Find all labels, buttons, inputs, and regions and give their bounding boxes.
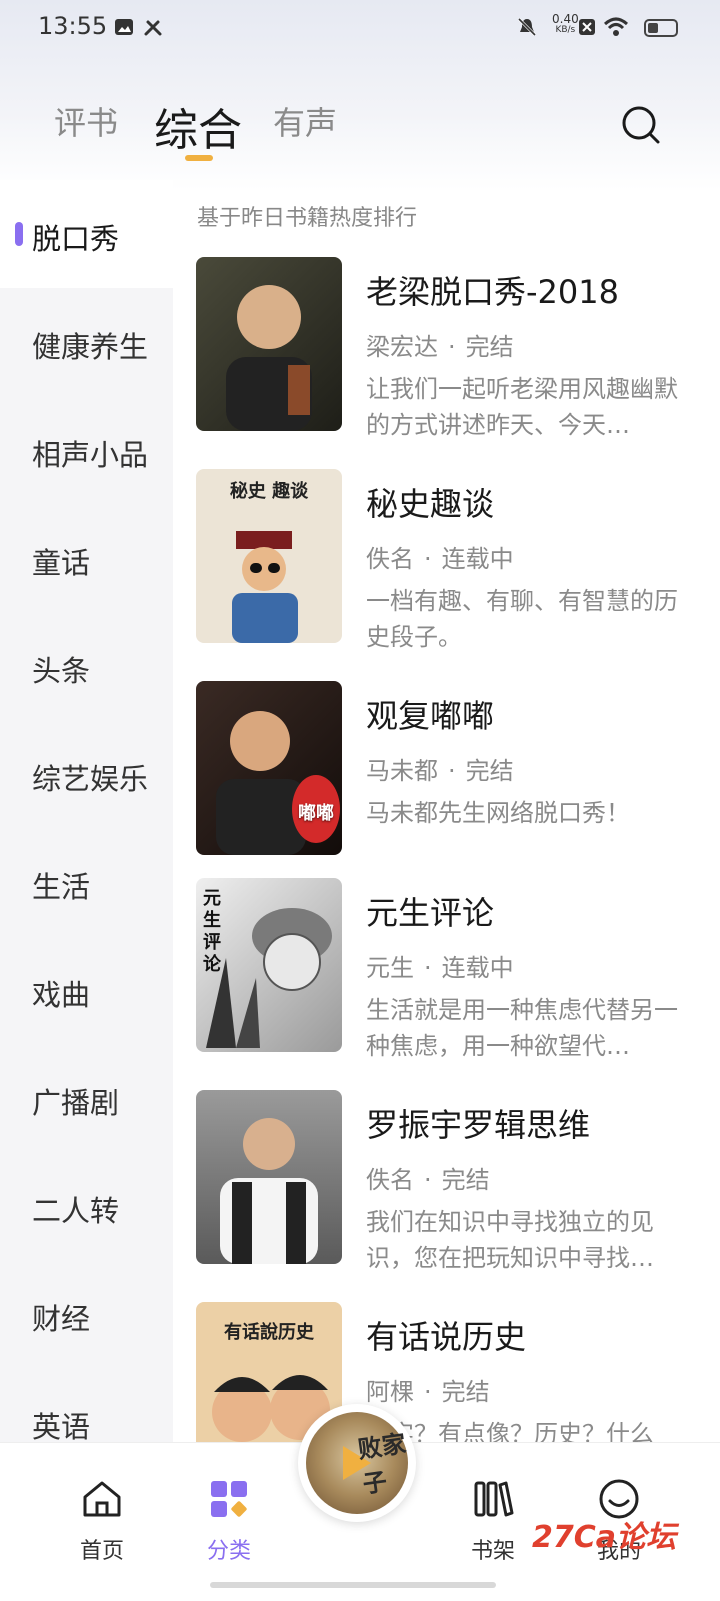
book-desc: 一档有趣、有聊、有智慧的历史段子。 xyxy=(366,587,678,651)
book-title: 元生评论 xyxy=(366,894,495,932)
book-author: 佚名 xyxy=(366,545,414,573)
book-desc: 我们在知识中寻找独立的见识，您在把玩知识中寻找… xyxy=(366,1208,654,1272)
tab-pingshu[interactable]: 评书 xyxy=(54,98,118,144)
home-indicator[interactable] xyxy=(210,1582,496,1588)
player-sticker: 败家子 xyxy=(356,1429,408,1499)
book-status: 完结 xyxy=(465,757,514,785)
bookshelf-icon xyxy=(471,1477,515,1521)
sidebar-item-label: 广播剧 xyxy=(32,1086,120,1120)
book-meta: 阿棵 · 完结 xyxy=(366,1378,490,1406)
book-desc: 生活就是用一种焦虑代替另一种焦虑，用一种欲望代… xyxy=(366,996,678,1060)
book-status: 完结 xyxy=(441,1166,490,1194)
book-cover xyxy=(196,1090,342,1264)
sidebar-item-label: 生活 xyxy=(32,870,91,904)
list-item[interactable]: 嘟嘟 观复嘟嘟 马未都 · 完结 马未都先生网络脱口秀！ xyxy=(196,681,696,857)
book-author: 梁宏达 xyxy=(366,333,438,361)
book-author: 佚名 xyxy=(366,1166,414,1194)
battery-icon xyxy=(644,19,678,37)
sidebar-item-jiankang[interactable]: 健康养生 xyxy=(0,288,173,396)
book-status: 连载中 xyxy=(441,545,514,573)
network-speed: 0.40 KB/s xyxy=(552,12,579,35)
book-cover: 秘史 趣谈 xyxy=(196,469,342,643)
image-icon xyxy=(113,16,135,38)
sidebar-item-xiqu[interactable]: 戏曲 xyxy=(0,936,173,1044)
sidebar-item-label: 相声小品 xyxy=(32,438,149,472)
book-author: 元生 xyxy=(366,954,414,982)
book-meta: 梁宏达 · 完结 xyxy=(366,333,514,361)
nav-label: 分类 xyxy=(206,1539,251,1564)
list-item[interactable]: 老梁脱口秀-2018 梁宏达 · 完结 让我们一起听老梁用风趣幽默的方式讲述昨天、今… xyxy=(196,257,696,439)
sidebar-item-guangboju[interactable]: 广播剧 xyxy=(0,1044,173,1152)
nav-home[interactable]: 首页 xyxy=(47,1477,157,1565)
sidebar-item-label: 综艺娱乐 xyxy=(32,762,149,796)
home-icon xyxy=(80,1477,124,1521)
category-icon xyxy=(207,1477,251,1521)
sidebar-item-label: 英语 xyxy=(32,1410,91,1444)
category-sidebar: 脱口秀 健康养生 相声小品 童话 头条 综艺娱乐 生活 戏曲 广播剧 二人转 财… xyxy=(0,180,173,1470)
nav-label: 首页 xyxy=(79,1539,124,1564)
book-title: 观复嘟嘟 xyxy=(366,697,495,735)
book-status: 连载中 xyxy=(441,954,514,982)
cover-text: 嘟嘟 xyxy=(298,803,334,824)
sidebar-item-tuokouxiu[interactable]: 脱口秀 xyxy=(0,180,173,288)
cover-text: 秘史 趣谈 xyxy=(229,481,309,502)
sidebar-item-label: 脱口秀 xyxy=(32,222,120,256)
sidebar-item-label: 头条 xyxy=(32,654,91,688)
sidebar-item-label: 财经 xyxy=(32,1302,91,1336)
mute-icon xyxy=(516,16,538,38)
tab-yousheng[interactable]: 有声 xyxy=(273,98,337,144)
sidebar-item-errenzhuan[interactable]: 二人转 xyxy=(0,1152,173,1260)
book-cover: 元生评论 xyxy=(196,878,342,1052)
status-bar: 13:55 0.40 KB/s xyxy=(0,0,720,56)
book-author: 马未都 xyxy=(366,757,438,785)
player-button[interactable]: 败家子 xyxy=(298,1404,416,1522)
book-meta: 佚名 · 连载中 xyxy=(366,545,514,573)
nav-category[interactable]: 分类 xyxy=(174,1477,284,1565)
book-title: 老梁脱口秀-2018 xyxy=(366,273,619,311)
book-meta: 佚名 · 完结 xyxy=(366,1166,490,1194)
sidebar-item-toutiao[interactable]: 头条 xyxy=(0,612,173,720)
sidebar-item-xiangsheng[interactable]: 相声小品 xyxy=(0,396,173,504)
book-meta: 马未都 · 完结 xyxy=(366,757,514,785)
list-item[interactable]: 元生评论 元生评论 元生 · 连载中 生活就是用一种焦虑代替另一种焦虑，用一种欲望代… xyxy=(196,878,696,1060)
sidebar-item-caijing[interactable]: 财经 xyxy=(0,1260,173,1368)
book-cover xyxy=(196,257,342,431)
ranking-subtitle: 基于昨日书籍热度排行 xyxy=(197,206,418,231)
list-item[interactable]: 秘史 趣谈 秘史趣谈 佚名 · 连载中 一档有趣、有聊、有智慧的历史段子。 xyxy=(196,469,696,651)
sidebar-item-zongyi[interactable]: 综艺娱乐 xyxy=(0,720,173,828)
tab-zonghe[interactable]: 综合 xyxy=(154,94,242,158)
book-desc: 马未都先生网络脱口秀！ xyxy=(366,799,630,827)
book-author: 阿棵 xyxy=(366,1378,414,1406)
sidebar-item-label: 童话 xyxy=(32,546,91,580)
book-title: 罗振宇罗辑思维 xyxy=(366,1106,591,1144)
book-meta: 元生 · 连载中 xyxy=(366,954,514,982)
status-time: 13:55 xyxy=(38,12,108,40)
book-title: 有话说历史 xyxy=(366,1318,527,1356)
sidebar-item-label: 健康养生 xyxy=(32,330,149,364)
book-cover: 嘟嘟 xyxy=(196,681,342,855)
list-item[interactable]: 罗振宇罗辑思维 佚名 · 完结 我们在知识中寻找独立的见识，您在把玩知识中寻找… xyxy=(196,1090,696,1272)
close-box-icon xyxy=(576,16,598,38)
watermark: 27Ca论坛 xyxy=(532,1520,677,1555)
search-icon[interactable] xyxy=(620,104,662,146)
book-status: 完结 xyxy=(465,333,514,361)
tools-icon xyxy=(142,16,164,38)
wifi-icon xyxy=(603,16,629,38)
active-tab-indicator xyxy=(185,155,213,161)
cover-text: 元生评论 xyxy=(203,888,221,975)
book-desc: 让我们一起听老梁用风趣幽默的方式讲述昨天、今天… xyxy=(366,375,678,439)
cover-text: 有话說历史 xyxy=(224,1322,314,1343)
sidebar-item-label: 二人转 xyxy=(32,1194,120,1228)
sidebar-item-tonghua[interactable]: 童话 xyxy=(0,504,173,612)
book-title: 秘史趣谈 xyxy=(366,485,495,523)
active-marker xyxy=(15,222,23,246)
sidebar-item-shenghuo[interactable]: 生活 xyxy=(0,828,173,936)
book-status: 完结 xyxy=(441,1378,490,1406)
sidebar-item-label: 戏曲 xyxy=(32,978,91,1012)
